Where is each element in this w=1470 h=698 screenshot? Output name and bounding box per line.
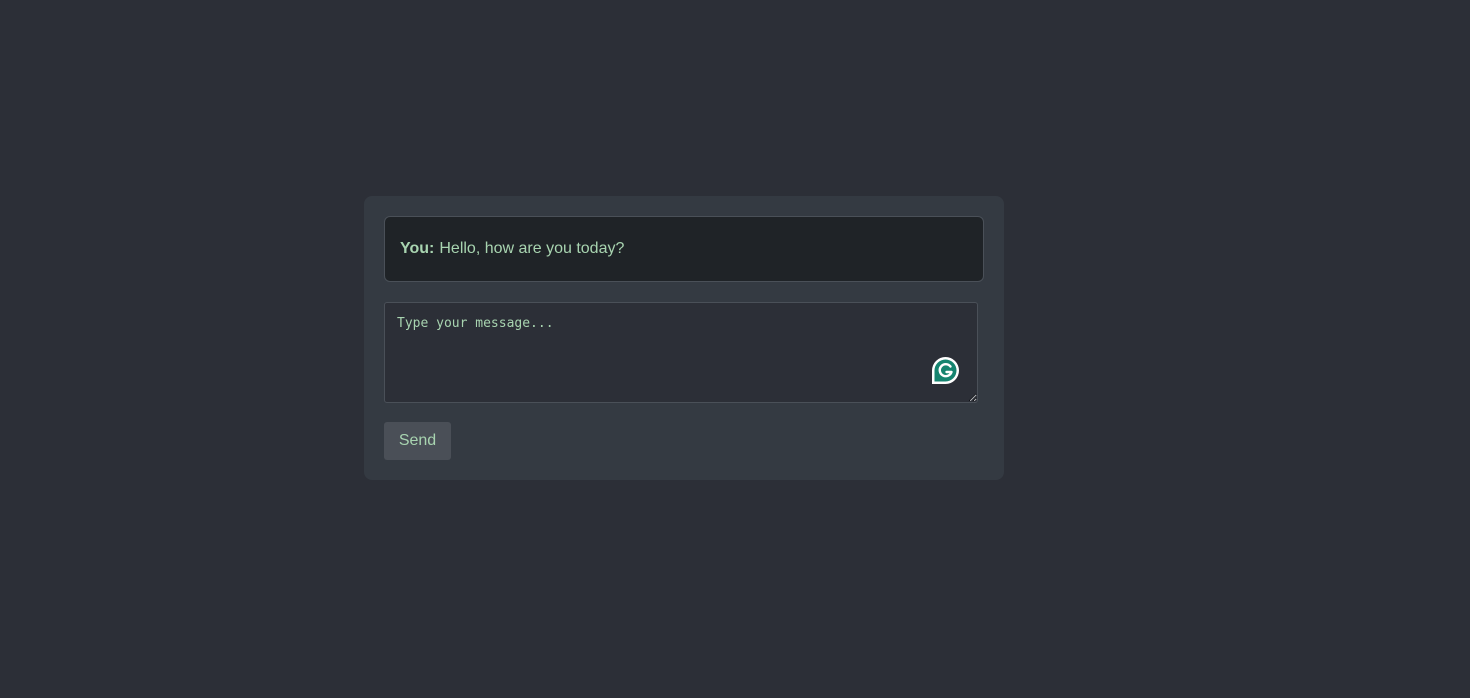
- message-input-wrapper: [384, 302, 978, 403]
- grammarly-icon[interactable]: [930, 355, 961, 386]
- chat-message: You: Hello, how are you today?: [384, 216, 984, 282]
- message-input[interactable]: [384, 302, 978, 403]
- message-sender: You:: [400, 240, 435, 257]
- message-text: Hello, how are you today?: [439, 240, 625, 257]
- send-button[interactable]: Send: [384, 422, 451, 460]
- chat-card: You: Hello, how are you today? Send: [364, 196, 1004, 480]
